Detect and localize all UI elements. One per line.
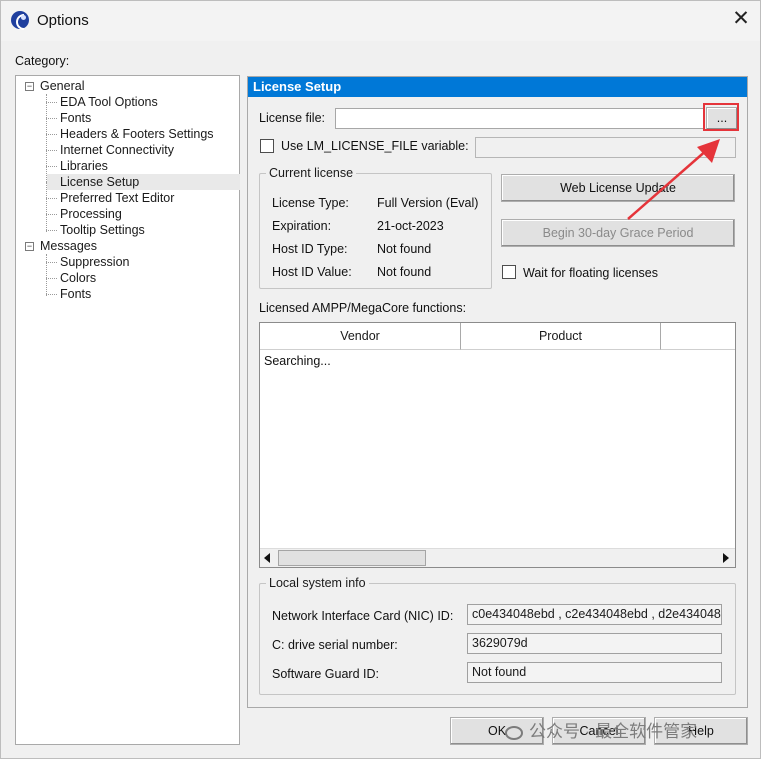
host-id-type-value: Not found <box>377 242 432 256</box>
wait-floating-licenses-checkbox[interactable] <box>502 265 516 279</box>
license-file-input[interactable] <box>335 108 705 129</box>
annotation-arrow-icon <box>627 139 720 220</box>
annotation-highlight-box <box>703 103 739 131</box>
tree-connector <box>46 278 57 279</box>
watermark: 公众号 · 最全软件管家 <box>505 717 697 742</box>
messages-collapse-icon[interactable]: − <box>25 242 34 251</box>
tree-item-fonts[interactable]: Fonts <box>60 110 91 126</box>
license-type-value: Full Version (Eval) <box>377 196 479 210</box>
horizontal-scrollbar[interactable] <box>260 548 735 567</box>
tree-connector <box>46 118 57 119</box>
tree-item-tooltip-settings[interactable]: Tooltip Settings <box>60 222 145 238</box>
nic-id-label: Network Interface Card (NIC) ID: <box>272 609 454 623</box>
license-file-label: License file: <box>259 111 326 125</box>
tree-item-libraries[interactable]: Libraries <box>60 158 108 174</box>
tree-line <box>46 254 47 296</box>
nic-id-field[interactable]: c0e434048ebd , c2e434048ebd , d2e434048 <box>467 604 722 625</box>
close-icon[interactable]: ✕ <box>729 7 753 31</box>
vendor-column-header[interactable]: Vendor <box>260 323 461 350</box>
host-id-value-value: Not found <box>377 265 432 279</box>
drive-serial-label: C: drive serial number: <box>272 638 398 652</box>
tree-item-suppression[interactable]: Suppression <box>60 254 130 270</box>
options-dialog: Options ✕ Category: − General EDA Tool O… <box>0 0 761 759</box>
tree-connector <box>46 230 57 231</box>
tree-item-processing[interactable]: Processing <box>60 206 122 222</box>
tree-connector <box>46 102 57 103</box>
category-label: Category: <box>15 54 70 68</box>
ampp-functions-list[interactable]: Vendor Product Searching... <box>259 322 736 568</box>
expiration-label: Expiration: <box>272 219 332 233</box>
general-collapse-icon[interactable]: − <box>25 82 34 91</box>
use-lm-license-label: Use LM_LICENSE_FILE variable: <box>281 139 469 153</box>
wait-floating-licenses-label: Wait for floating licenses <box>523 266 659 280</box>
tree-item-license-setup[interactable]: License Setup <box>47 174 240 190</box>
expiration-value: 21-oct-2023 <box>377 219 444 233</box>
watermark-text: 公众号 · 最全软件管家 <box>529 722 698 741</box>
tree-item-headers-footers[interactable]: Headers & Footers Settings <box>60 126 214 142</box>
tree-connector <box>46 262 57 263</box>
tree-item-internet-connectivity[interactable]: Internet Connectivity <box>60 142 174 158</box>
host-id-value-label: Host ID Value: <box>272 265 352 279</box>
title-bar: Options ✕ <box>1 1 760 41</box>
tree-item-eda-tool-options[interactable]: EDA Tool Options <box>60 94 158 110</box>
quartus-logo-icon <box>11 11 29 30</box>
local-system-info-title: Local system info <box>266 576 369 590</box>
tree-connector <box>46 166 57 167</box>
host-id-type-label: Host ID Type: <box>272 242 348 256</box>
tree-item-preferred-text-editor[interactable]: Preferred Text Editor <box>60 190 174 206</box>
tree-connector <box>46 214 57 215</box>
software-guard-field[interactable]: Not found <box>467 662 722 683</box>
current-license-title: Current license <box>266 166 357 180</box>
license-type-label: License Type: <box>272 196 349 210</box>
drive-serial-field[interactable]: 3629079d <box>467 633 722 654</box>
tree-connector <box>46 134 57 135</box>
scrollbar-thumb[interactable] <box>278 550 426 566</box>
empty-column-header <box>661 323 735 350</box>
use-lm-license-checkbox[interactable] <box>260 139 274 153</box>
tree-item-message-fonts[interactable]: Fonts <box>60 286 91 302</box>
ampp-search-status: Searching... <box>264 354 331 368</box>
panel-header: License Setup <box>248 77 747 97</box>
tree-connector <box>46 150 57 151</box>
tree-connector <box>46 294 57 295</box>
software-guard-label: Software Guard ID: <box>272 667 379 681</box>
scroll-left-icon[interactable] <box>264 553 270 563</box>
tree-item-general[interactable]: General <box>40 78 84 94</box>
tree-item-colors[interactable]: Colors <box>60 270 96 286</box>
tree-connector <box>46 198 57 199</box>
category-tree: − General EDA Tool Options Fonts Headers… <box>15 75 240 745</box>
ampp-functions-label: Licensed AMPP/MegaCore functions: <box>259 301 467 315</box>
tree-item-messages[interactable]: Messages <box>40 238 97 254</box>
tree-line <box>46 94 47 232</box>
scroll-right-icon[interactable] <box>723 553 729 563</box>
window-title: Options <box>37 12 89 29</box>
product-column-header[interactable]: Product <box>461 323 661 350</box>
wechat-icon <box>505 725 523 740</box>
